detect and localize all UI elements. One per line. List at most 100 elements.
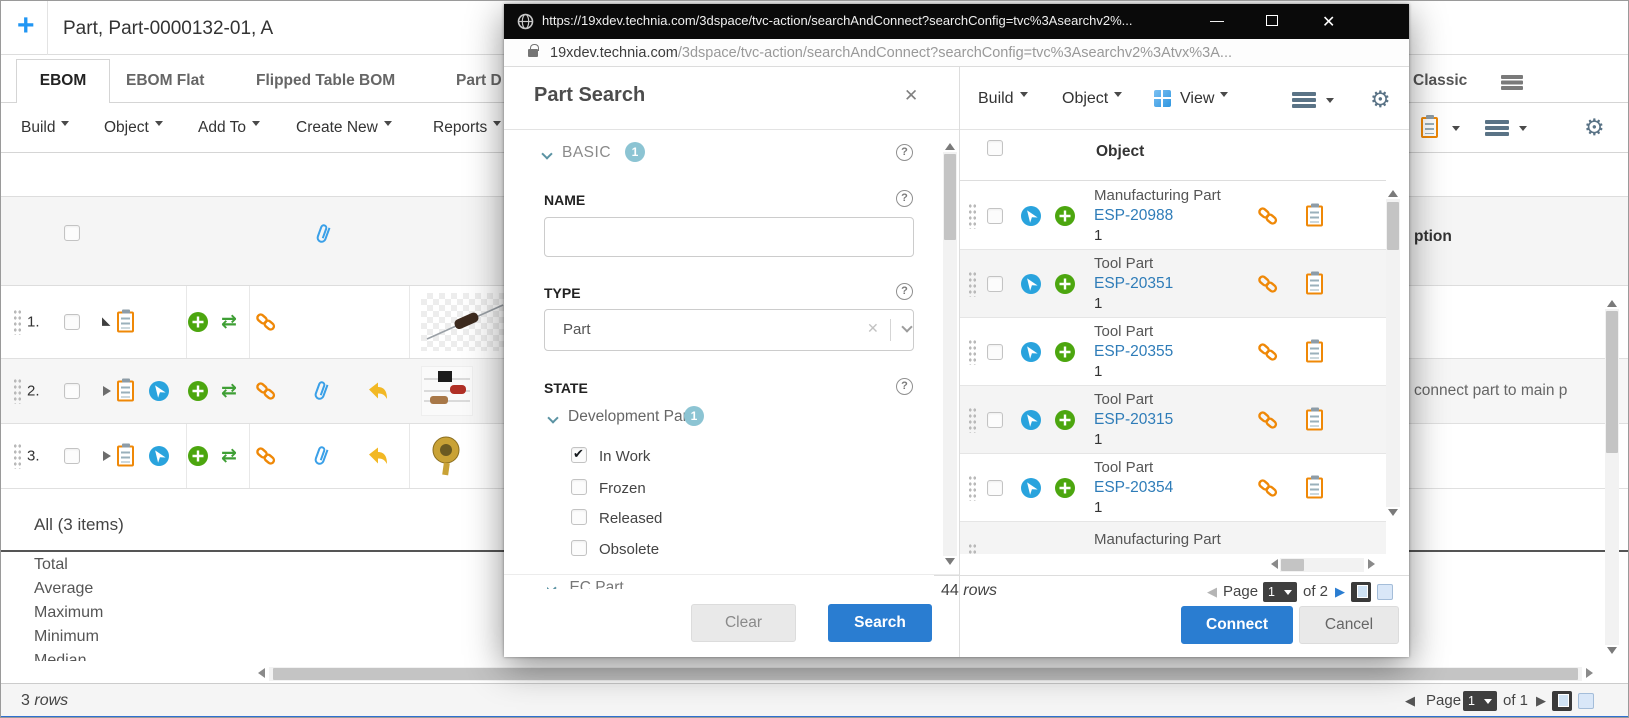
help-icon[interactable]: ?	[896, 283, 913, 300]
type-select[interactable]: Part ✕	[544, 309, 914, 351]
drag-handle[interactable]	[968, 475, 977, 501]
link-icon[interactable]	[1257, 274, 1279, 294]
checkbox-released[interactable]	[571, 509, 587, 525]
link-icon[interactable]	[255, 446, 277, 466]
vscroll-down-arrow[interactable]	[1607, 647, 1617, 659]
results-hscroll-right-arrow[interactable]	[1368, 559, 1380, 569]
clipboard-icon[interactable]	[1306, 205, 1323, 226]
result-row[interactable]: Tool Part ESP-20354 1	[960, 454, 1386, 522]
collapse-icon[interactable]: ◣	[102, 317, 110, 328]
form-scroll-up-arrow[interactable]	[945, 138, 955, 150]
chevron-down-icon[interactable]	[547, 412, 558, 423]
row-checkbox[interactable]	[987, 276, 1003, 292]
paperclip-icon[interactable]	[313, 444, 329, 468]
tab-part-d[interactable]: Part D	[456, 72, 502, 90]
results-scroll-thumb[interactable]	[1387, 202, 1399, 250]
basic-section-label[interactable]: BASIC	[562, 144, 611, 162]
chevron-down-icon[interactable]	[1326, 98, 1334, 107]
drag-handle[interactable]	[968, 339, 977, 365]
popup-addressbar[interactable]: 19xdev.technia.com/3dspace/tvc-action/se…	[504, 39, 1409, 67]
results-menu-build[interactable]: Build	[978, 90, 1028, 108]
state-group-label[interactable]: Development Part	[568, 408, 692, 426]
add-icon[interactable]	[1055, 274, 1075, 294]
clear-value-icon[interactable]: ✕	[867, 320, 879, 337]
chevron-down-icon[interactable]	[1452, 126, 1460, 135]
navigate-icon[interactable]	[149, 446, 169, 466]
minimize-button[interactable]: —	[1210, 12, 1224, 28]
view-grid-icon[interactable]	[1154, 90, 1171, 107]
page-select[interactable]: 1	[1463, 691, 1497, 711]
results-hscroll-track[interactable]	[1280, 558, 1364, 572]
chevron-down-icon[interactable]	[1519, 126, 1527, 135]
close-button[interactable]: ✕	[1322, 12, 1335, 32]
form-scroll-thumb[interactable]	[944, 154, 956, 240]
drag-handle[interactable]	[13, 378, 22, 404]
result-row-partial[interactable]: Manufacturing Part	[960, 522, 1386, 554]
results-page-select[interactable]: 1	[1263, 582, 1297, 602]
vscroll-track[interactable]	[1605, 309, 1619, 645]
drag-handle[interactable]	[13, 309, 22, 335]
result-name-link[interactable]: ESP-20988	[1094, 206, 1259, 226]
new-tab-plus-icon[interactable]: +	[17, 11, 35, 41]
popup-titlebar[interactable]: https://19xdev.technia.com/3dspace/tvc-a…	[504, 4, 1409, 39]
page-next-arrow[interactable]: ▶	[1536, 693, 1546, 709]
navigate-icon[interactable]	[1021, 342, 1041, 362]
add-icon[interactable]	[1055, 410, 1075, 430]
select-all-checkbox[interactable]	[64, 225, 80, 241]
menu-reports[interactable]: Reports	[433, 119, 501, 137]
clipboard-icon[interactable]	[1306, 273, 1323, 294]
menu-icon[interactable]	[1501, 75, 1523, 79]
replace-icon[interactable]: ⇄	[221, 447, 237, 466]
row-checkbox[interactable]	[987, 412, 1003, 428]
checkbox-in-work[interactable]	[571, 447, 587, 463]
name-input[interactable]	[544, 217, 914, 257]
add-icon[interactable]	[188, 446, 208, 466]
classic-link[interactable]: Classic	[1413, 72, 1467, 90]
help-icon[interactable]: ?	[896, 144, 913, 161]
tab-ebom[interactable]: EBOM	[16, 59, 110, 103]
result-name-link[interactable]: ESP-20354	[1094, 478, 1259, 498]
undo-icon[interactable]	[367, 382, 389, 401]
results-scroll-track[interactable]	[1386, 199, 1400, 507]
result-row[interactable]: Tool Part ESP-20351 1	[960, 250, 1386, 318]
clipboard-icon[interactable]	[117, 381, 134, 402]
results-scroll-up-arrow[interactable]	[1388, 185, 1398, 197]
row-checkbox[interactable]	[64, 448, 80, 464]
page-prev-arrow[interactable]: ◀	[1405, 693, 1415, 709]
link-icon[interactable]	[1257, 410, 1279, 430]
drag-handle[interactable]	[13, 443, 22, 469]
chevron-down-icon[interactable]	[901, 321, 912, 332]
menu-build[interactable]: Build	[21, 119, 69, 137]
result-name-link[interactable]: ESP-20355	[1094, 342, 1259, 362]
add-icon[interactable]	[1055, 478, 1075, 498]
link-icon[interactable]	[255, 312, 277, 332]
navigate-icon[interactable]	[1021, 206, 1041, 226]
menu-icon[interactable]	[1292, 92, 1316, 96]
results-column-header[interactable]: Object	[1096, 143, 1144, 161]
link-icon[interactable]	[1257, 342, 1279, 362]
form-scroll-track[interactable]	[943, 152, 957, 556]
tab-ebom-flat[interactable]: EBOM Flat	[126, 72, 204, 90]
drag-handle[interactable]	[968, 271, 977, 297]
navigate-icon[interactable]	[1021, 410, 1041, 430]
result-row[interactable]: Manufacturing Part ESP-20988 1	[960, 182, 1386, 250]
undo-icon[interactable]	[367, 447, 389, 466]
clipboard-icon[interactable]	[1306, 409, 1323, 430]
replace-icon[interactable]: ⇄	[221, 382, 237, 401]
results-hscroll-thumb[interactable]	[1281, 559, 1304, 571]
menu-create-new[interactable]: Create New	[296, 119, 392, 137]
menu-object[interactable]: Object	[104, 119, 163, 137]
result-name-link[interactable]: ESP-20315	[1094, 410, 1259, 430]
gear-icon[interactable]: ⚙	[1584, 116, 1605, 139]
add-icon[interactable]	[1055, 206, 1075, 226]
tab-flipped-table-bom[interactable]: Flipped Table BOM	[256, 72, 395, 90]
link-icon[interactable]	[255, 381, 277, 401]
results-hscroll-left-arrow[interactable]	[1266, 559, 1278, 569]
row-checkbox[interactable]	[64, 314, 80, 330]
thumbnail-diode[interactable]	[424, 431, 470, 481]
checkbox-frozen[interactable]	[571, 479, 587, 495]
menu-icon[interactable]	[1485, 120, 1509, 124]
maximize-button[interactable]	[1266, 15, 1278, 26]
row-checkbox[interactable]	[987, 480, 1003, 496]
expand-icon[interactable]	[103, 451, 111, 461]
